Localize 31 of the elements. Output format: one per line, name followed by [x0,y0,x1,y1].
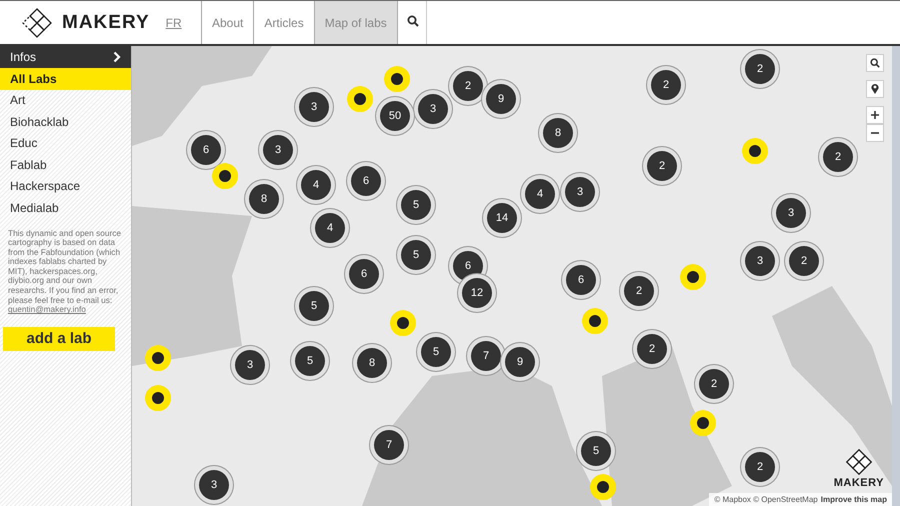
improve-map-link[interactable]: Improve this map [820,495,887,504]
zoom-in-button[interactable] [866,106,884,124]
search-icon [870,58,880,68]
language-link[interactable]: FR [166,16,182,30]
makery-logo: MAKERY [834,477,884,489]
logo-icon [844,448,874,476]
makery-logo[interactable]: MAKERY [62,12,150,34]
location-pin-button[interactable] [866,80,884,98]
category-item[interactable]: Art [0,90,131,111]
search-icon [406,15,419,27]
scrollbar[interactable] [892,46,900,506]
attribution-text: © Mapbox © OpenStreetMap [714,495,818,504]
search-button[interactable] [396,1,427,44]
logo-icon [20,6,54,38]
nav-tab[interactable]: About [201,1,254,44]
minus-icon [871,129,879,137]
chevron-icon [113,51,121,63]
category-item[interactable]: Fablab [0,154,131,176]
infos-header[interactable]: Infos [0,46,131,68]
add-lab-button[interactable]: add a lab [3,326,115,351]
email-link[interactable]: quentin@makery.info [8,304,86,314]
category-item[interactable]: Medialab [0,197,131,218]
zoom-out-button[interactable] [866,124,884,142]
search-button[interactable] [866,54,884,72]
description-text: This dynamic and open source cartography is based on data from the Fabfoundation (which indexes fablabs charted by MIT), hackerspaces.org, diybio.org and our own researchs. If you find an error, please feel free to e-mail us: quentin@makery.info [8,228,122,315]
category-item[interactable]: Educ [0,132,131,154]
plus-icon [871,111,879,119]
category-item[interactable]: Hackerspace [0,176,131,197]
pin-icon [870,83,880,95]
category-item[interactable]: All Labs [0,68,131,90]
category-item[interactable]: Biohacklab [0,111,131,132]
